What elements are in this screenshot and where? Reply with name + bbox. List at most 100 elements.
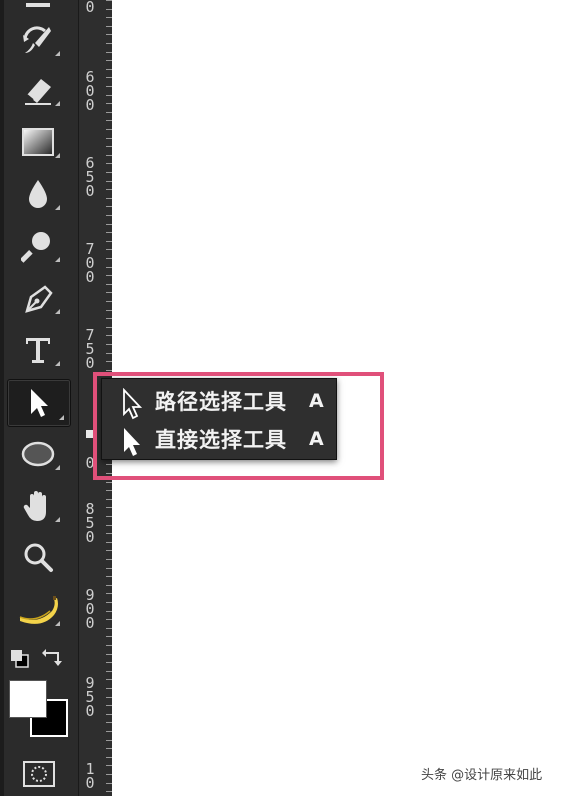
ruler-tick <box>106 60 112 61</box>
ruler-tick <box>106 17 112 18</box>
brush-tool[interactable] <box>10 0 66 20</box>
tools-panel <box>0 0 78 796</box>
ruler-tick <box>106 249 112 250</box>
ruler-tick <box>106 129 112 130</box>
ruler-tick <box>106 507 112 508</box>
ruler-label: 850 <box>84 502 96 546</box>
ruler-tick <box>106 757 112 758</box>
ruler-tick <box>106 542 112 543</box>
flyout-indicator-icon <box>55 257 60 262</box>
watermark: 头条 @设计原来如此 <box>421 768 543 783</box>
foreground-color-swatch[interactable] <box>9 680 47 718</box>
ruler-digit: 0 <box>85 614 95 632</box>
ruler-tick <box>106 327 112 328</box>
type-icon <box>26 338 50 363</box>
ruler-tick <box>106 318 112 319</box>
eraser-tool[interactable] <box>10 68 66 112</box>
path-selection-tool[interactable] <box>7 379 71 427</box>
ruler-tick <box>106 215 112 216</box>
ruler-digit: 0 <box>85 0 95 16</box>
ruler-tick <box>106 0 112 1</box>
flyout-indicator-icon <box>55 153 60 158</box>
default-colors-icon[interactable] <box>9 648 31 670</box>
ruler-tick <box>106 714 112 715</box>
ruler-digit: 0 <box>85 268 95 286</box>
dodge-tool[interactable] <box>10 224 66 268</box>
ruler-tick <box>106 275 112 276</box>
ruler-tick <box>106 344 112 345</box>
ruler-tick <box>106 163 112 164</box>
type-tool[interactable] <box>10 328 66 372</box>
pen-nib-icon <box>25 285 53 313</box>
ellipse-tool[interactable] <box>10 432 66 476</box>
ruler-digit: 0 <box>85 528 95 546</box>
hand-tool[interactable] <box>10 484 66 528</box>
flyout-indicator-icon <box>59 415 64 420</box>
ruler-tick <box>106 697 112 698</box>
flyout-indicator-icon <box>55 309 60 314</box>
flyout-indicator-icon <box>55 205 60 210</box>
ruler-tick <box>106 619 112 620</box>
ruler-tick <box>106 172 112 173</box>
flyout-indicator-icon <box>55 101 60 106</box>
dodge-icon <box>21 232 50 263</box>
ruler-tick <box>106 550 112 551</box>
ruler-tick <box>106 69 112 70</box>
eraser-icon <box>25 79 51 105</box>
ruler-tick <box>106 774 112 775</box>
ruler-tick <box>106 34 112 35</box>
ruler-tick <box>106 654 112 655</box>
banana-icon <box>19 596 58 624</box>
gradient-tool[interactable] <box>10 120 66 164</box>
ruler-tick <box>106 722 112 723</box>
drop-icon <box>29 180 47 208</box>
history-brush-icon <box>23 26 51 53</box>
pen-tool[interactable] <box>10 276 66 320</box>
blur-tool[interactable] <box>10 172 66 216</box>
ruler-tick <box>106 155 112 156</box>
highlight-box <box>93 372 384 480</box>
ruler-digit: 0 <box>85 354 95 372</box>
ruler-tick <box>106 765 112 766</box>
ruler-tick <box>106 628 112 629</box>
ruler-tick <box>106 576 112 577</box>
banana-tool[interactable] <box>10 588 66 632</box>
ruler-tick <box>106 224 112 225</box>
ruler-tick <box>106 95 112 96</box>
ruler-tick <box>106 791 112 792</box>
ruler-tick <box>106 602 112 603</box>
ruler-tick <box>106 9 112 10</box>
ruler-tick <box>106 77 112 78</box>
ruler-tick <box>106 86 112 87</box>
ruler-tick <box>106 120 112 121</box>
history-brush-tool[interactable] <box>10 18 66 62</box>
ruler-tick <box>106 258 112 259</box>
ruler-tick <box>106 370 112 371</box>
ruler-tick <box>106 292 112 293</box>
ruler-tick <box>106 525 112 526</box>
ruler-label: 10 <box>84 762 96 791</box>
ruler-tick <box>106 301 112 302</box>
ruler-label: 600 <box>84 70 96 113</box>
ruler-tick <box>106 533 112 534</box>
swap-colors-icon[interactable] <box>42 647 66 669</box>
ruler-tick <box>106 189 112 190</box>
ruler-tick <box>106 52 112 53</box>
ruler-tick <box>106 499 112 500</box>
ruler-tick <box>106 748 112 749</box>
ruler-tick <box>106 740 112 741</box>
flyout-indicator-icon <box>55 517 60 522</box>
ruler-tick <box>106 516 112 517</box>
flyout-indicator-icon <box>55 621 60 626</box>
ruler-tick <box>106 568 112 569</box>
quick-mask-icon[interactable] <box>22 760 56 788</box>
ruler-digit: 0 <box>85 702 95 720</box>
ruler-tick <box>106 206 112 207</box>
zoom-tool[interactable] <box>10 536 66 580</box>
ruler-label: 700 <box>84 242 96 286</box>
ruler-tick <box>106 26 112 27</box>
ruler-tick <box>106 705 112 706</box>
ruler-tick <box>106 688 112 689</box>
ruler-tick <box>106 181 112 182</box>
ruler-tick <box>106 198 112 199</box>
